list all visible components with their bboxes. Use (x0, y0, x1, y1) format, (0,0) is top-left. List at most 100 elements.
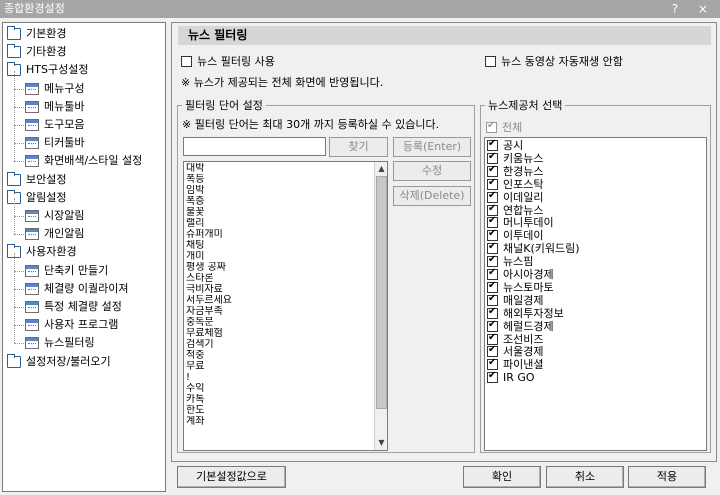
filter-word-item[interactable]: 슈퍼개미 (184, 229, 374, 240)
provider-item[interactable]: 키움뉴스 (487, 151, 687, 165)
tree-item[interactable]: 체결량 이퀄라이져 (3, 270, 163, 298)
provider-checkbox[interactable] (487, 228, 498, 242)
tree-item[interactable]: 기본환경 (3, 25, 163, 43)
tree-item[interactable]: 뉴스필터링 (3, 325, 163, 352)
provider-checkbox[interactable] (487, 319, 498, 332)
provider-checkbox[interactable] (487, 203, 498, 216)
filter-word-item[interactable]: 랠리 (184, 218, 374, 229)
filter-word-item[interactable]: ! (184, 372, 374, 383)
provider-item[interactable]: 인포스탁 (487, 177, 687, 191)
tree-item[interactable]: 특정 체결량 설정 (3, 289, 163, 316)
provider-item[interactable]: 매일경제 (487, 293, 687, 307)
scroll-thumb[interactable] (376, 176, 387, 409)
filter-word-item[interactable]: 자금부족 (184, 306, 374, 317)
tree-item[interactable]: 알림설정 (3, 189, 163, 207)
provider-item[interactable]: 뉴스핌 (487, 254, 687, 268)
tree-item[interactable]: 화면배색/스타일 설정 (3, 143, 163, 170)
filter-word-input[interactable] (183, 137, 326, 156)
filter-word-item[interactable]: 검색기 (184, 339, 374, 350)
provider-checkbox[interactable] (487, 332, 498, 345)
provider-checkbox[interactable] (487, 293, 498, 306)
provider-checkbox[interactable] (487, 164, 498, 177)
provider-item[interactable]: 한경뉴스 (487, 164, 687, 178)
tree-item[interactable]: 도구모음 (3, 107, 163, 134)
tree-item[interactable]: 시장알림 (3, 198, 163, 225)
provider-checkbox[interactable] (487, 254, 498, 268)
provider-item[interactable]: 머니투데이 (487, 215, 687, 229)
provider-checkbox[interactable] (487, 280, 498, 293)
tree-item[interactable]: 사용자환경 (3, 243, 163, 261)
provider-checkbox[interactable] (487, 306, 498, 319)
provider-checkbox[interactable] (487, 215, 498, 229)
provider-item[interactable]: 연합뉴스 (487, 203, 687, 217)
provider-all-checkbox[interactable] (486, 120, 497, 133)
scroll-up-arrow[interactable]: ▲ (375, 162, 387, 175)
tree-item[interactable]: 단축키 만들기 (3, 252, 163, 280)
filter-word-item[interactable]: 한도 (184, 405, 374, 416)
filter-words-scrollbar[interactable]: ▲ ▼ (374, 162, 387, 450)
use-filter-checkbox[interactable] (181, 56, 192, 67)
provider-item[interactable]: 헤럴드경제 (487, 319, 687, 333)
provider-item[interactable]: 파이낸셜 (487, 357, 687, 371)
filter-word-item[interactable]: 수익 (184, 383, 374, 394)
provider-checkbox[interactable] (487, 138, 498, 151)
provider-item[interactable]: IR GO (487, 370, 687, 384)
apply-button[interactable]: 적용 (628, 466, 706, 488)
tree-item[interactable]: 사용자 프로그램 (3, 307, 163, 334)
edit-button[interactable]: 수정 (393, 161, 471, 181)
filter-word-item[interactable]: 카톡 (184, 394, 374, 405)
tree-item[interactable]: 설정저장/불러오기 (3, 353, 163, 371)
tree-item[interactable]: 메뉴툴바 (3, 88, 163, 116)
provider-item[interactable]: 이투데이 (487, 228, 687, 242)
provider-checkbox[interactable] (487, 344, 498, 358)
tree-item[interactable]: 메뉴구성 (3, 70, 163, 98)
filter-word-item[interactable]: 불꽃 (184, 207, 374, 218)
provider-checkbox[interactable] (487, 151, 498, 164)
filter-word-item[interactable]: 무료체험 (184, 328, 374, 339)
filter-word-item[interactable]: 서두르세요 (184, 295, 374, 306)
providers-list[interactable]: 공시키움뉴스한경뉴스인포스탁이데일리연합뉴스머니투데이이투데이채널K(키워드림)… (484, 137, 707, 451)
filter-word-item[interactable]: 임박 (184, 185, 374, 196)
provider-item[interactable]: 서울경제 (487, 344, 687, 358)
provider-item[interactable]: 조선비즈 (487, 332, 687, 346)
tree-item[interactable]: HTS구성설정 (3, 61, 163, 79)
provider-item[interactable]: 공시 (487, 138, 687, 152)
cancel-button[interactable]: 취소 (546, 466, 624, 488)
tree-item[interactable]: 기타환경 (3, 43, 163, 61)
defaults-button[interactable]: 기본설정값으로 (177, 466, 286, 488)
provider-item[interactable]: 아시아경제 (487, 267, 687, 281)
provider-item[interactable]: 뉴스토마토 (487, 280, 687, 294)
tree-item[interactable]: 보안설정 (3, 171, 163, 189)
filter-word-item[interactable]: 스타론 (184, 273, 374, 284)
filter-words-list[interactable]: 대박 폭등 임박 폭증 불꽃 랠리 슈퍼개미 채팅 개미 평생 공짜 스타론 극비자료 서두르세요 자금부… (183, 161, 388, 451)
filter-word-item[interactable]: 계좌 (184, 416, 374, 427)
provider-checkbox[interactable] (487, 190, 498, 203)
provider-checkbox[interactable] (487, 370, 498, 384)
scroll-down-arrow[interactable]: ▼ (375, 436, 387, 449)
filter-word-item[interactable]: 채팅 (184, 240, 374, 251)
filter-word-item[interactable]: 극비자료 (184, 284, 374, 295)
filter-word-item[interactable]: 대박 (184, 163, 374, 174)
register-button[interactable]: 등록(Enter) (393, 137, 471, 157)
filter-word-item[interactable]: 평생 공짜 (184, 262, 374, 273)
ok-button[interactable]: 확인 (463, 466, 541, 488)
tree-item[interactable]: 개인알림 (3, 216, 163, 243)
filter-word-item[interactable]: 무료 (184, 361, 374, 372)
provider-checkbox[interactable] (487, 267, 498, 280)
search-button[interactable]: 찾기 (329, 137, 388, 157)
provider-item[interactable]: 이데일리 (487, 190, 687, 204)
provider-item[interactable]: 채널K(키워드림) (487, 241, 687, 255)
filter-word-item[interactable]: 개미 (184, 251, 374, 262)
provider-checkbox[interactable] (487, 177, 498, 190)
filter-word-item[interactable]: 중독문 (184, 317, 374, 328)
provider-checkbox[interactable] (487, 357, 498, 371)
window-controls[interactable]: ? × (672, 0, 716, 18)
filter-word-item[interactable]: 적중 (184, 350, 374, 361)
filter-word-item[interactable]: 폭증 (184, 196, 374, 207)
provider-item[interactable]: 해외투자정보 (487, 306, 687, 320)
filter-word-item[interactable]: 폭등 (184, 174, 374, 185)
delete-button[interactable]: 삭제(Delete) (393, 186, 471, 206)
provider-checkbox[interactable] (487, 241, 498, 255)
tree-item[interactable]: 티커툴바 (3, 125, 163, 152)
no-autoplay-checkbox[interactable] (485, 56, 496, 67)
